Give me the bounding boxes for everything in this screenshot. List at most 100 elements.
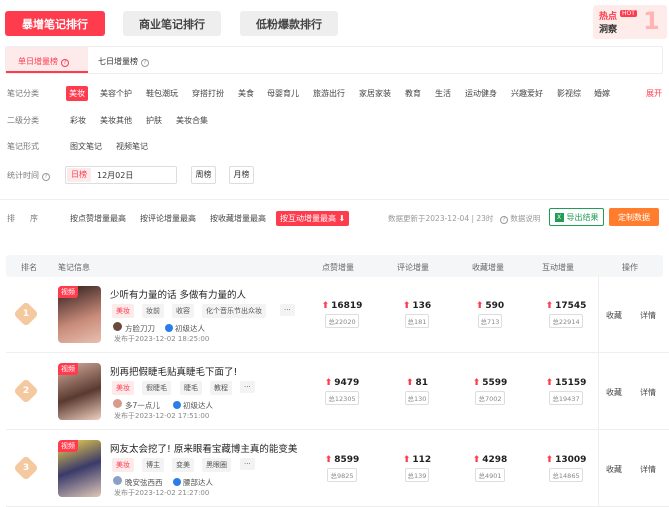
column-divider [598, 430, 599, 506]
rank-medal: 2 [13, 378, 39, 404]
divider [0, 199, 669, 200]
collect-button[interactable]: 收藏 [606, 464, 622, 475]
category-item[interactable]: 影视综 [554, 86, 584, 101]
tab-commercial-ranking[interactable]: 商业笔记排行 [123, 11, 221, 36]
stat-cell: ⬆ 15159 总19437 [545, 378, 587, 405]
up-arrow-icon: ⬆ [402, 301, 411, 311]
custom-data-button[interactable]: 定制数据 [609, 208, 659, 226]
header-likes[interactable]: 点赞增量 [322, 262, 354, 273]
data-desc-link[interactable]: ? 数据说明 [497, 213, 540, 224]
author-name[interactable]: 多7一点儿 [125, 400, 160, 411]
subtab-daily[interactable]: 单日增量榜? [18, 56, 69, 67]
note-tag[interactable]: 妆前 [142, 304, 164, 318]
subcategory-item[interactable]: 彩妆 [67, 113, 89, 128]
note-thumbnail[interactable]: 视频 [58, 440, 101, 497]
category-item[interactable]: 鞋包潮玩 [143, 86, 181, 101]
header-comments[interactable]: 评论增量 [397, 262, 429, 273]
note-tag[interactable]: ··· [240, 458, 255, 470]
header-interaction[interactable]: 互动增量 [542, 262, 574, 273]
subcategory-item[interactable]: 美妆合集 [173, 113, 211, 128]
category-item[interactable]: 穿搭打扮 [189, 86, 227, 101]
help-icon: ? [500, 216, 508, 224]
note-tag[interactable]: 黑眼圈 [202, 458, 231, 472]
category-item[interactable]: 婚嫁 [591, 86, 613, 101]
column-divider [598, 353, 599, 429]
note-tag[interactable]: 收容 [172, 304, 194, 318]
detail-button[interactable]: 详情 [640, 310, 656, 321]
up-arrow-icon: ⬆ [324, 455, 333, 465]
stat-cell: ⬆ 5599 总7002 [472, 378, 508, 405]
note-tag[interactable]: 教程 [210, 381, 232, 395]
up-arrow-icon: ⬆ [475, 301, 484, 311]
category-item[interactable]: 旅游出行 [310, 86, 348, 101]
note-title[interactable]: 网友太会挖了! 原来眼看宝藏博主真的能变美 [110, 441, 297, 455]
export-button[interactable]: X 导出结果 [549, 208, 604, 226]
note-tag[interactable]: 美妆 [112, 458, 134, 472]
subcategory-item[interactable]: 护肤 [143, 113, 165, 128]
author-name[interactable]: 晚安弦西西 [125, 477, 163, 488]
month-toggle[interactable]: 月榜 [229, 166, 254, 184]
form-item[interactable]: 视频笔记 [113, 139, 151, 154]
expand-link[interactable]: 展开 [646, 88, 662, 99]
category-item[interactable]: 教育 [402, 86, 424, 101]
fire-icon: 1 [643, 7, 660, 35]
category-beauty[interactable]: 美妆 [66, 86, 88, 101]
date-value[interactable]: 12月02日 [97, 170, 133, 181]
note-tag[interactable]: 假睫毛 [142, 381, 171, 395]
category-item[interactable]: 美食 [235, 86, 257, 101]
form-item[interactable]: 图文笔记 [67, 139, 105, 154]
note-tag[interactable]: 化个音乐节出众妆 [202, 304, 266, 318]
note-title[interactable]: 别再把假睫毛贴真睫毛下面了! [110, 364, 237, 378]
note-tag[interactable]: 美妆 [112, 381, 134, 395]
category-item[interactable]: 母婴育儿 [264, 86, 302, 101]
tab-surge-ranking[interactable]: 暴增笔记排行 [5, 11, 105, 36]
sort-comments[interactable]: 按评论增量最高 [136, 211, 200, 226]
category-label: 笔记分类 [7, 89, 39, 98]
note-thumbnail[interactable]: 视频 [58, 286, 101, 343]
level-icon [173, 478, 181, 486]
avatar[interactable] [113, 322, 122, 331]
detail-button[interactable]: 详情 [640, 387, 656, 398]
time-label: 统计时间? [7, 170, 50, 181]
category-item[interactable]: 兴趣爱好 [508, 86, 546, 101]
avatar[interactable] [113, 399, 122, 408]
tab-lowfan-ranking[interactable]: 低粉爆款排行 [240, 11, 338, 36]
stat-cell: ⬆ 17545 总22914 [545, 301, 587, 328]
day-toggle[interactable]: 日榜 [67, 168, 91, 182]
category-item[interactable]: 美容个护 [97, 86, 135, 101]
video-tag: 视频 [58, 440, 78, 452]
stat-cell: ⬆ 13009 总14865 [545, 455, 587, 482]
subcategory-item[interactable]: 美妆其他 [97, 113, 135, 128]
note-tag[interactable]: 睫毛 [180, 381, 202, 395]
detail-button[interactable]: 详情 [640, 464, 656, 475]
column-divider [598, 276, 599, 352]
sort-saves[interactable]: 按收藏增量最高 [206, 211, 270, 226]
hot-insight-banner[interactable]: 热点 HOT 洞察 1 [593, 5, 667, 39]
category-item[interactable]: 运动健身 [462, 86, 500, 101]
category-item[interactable]: 家居家装 [356, 86, 394, 101]
header-note-info: 笔记信息 [58, 263, 90, 272]
date-picker[interactable]: 日榜 12月02日 [65, 166, 177, 184]
sort-likes[interactable]: 按点赞增量最高 [66, 211, 130, 226]
category-item[interactable]: 生活 [432, 86, 454, 101]
author-level: 初级达人 [173, 400, 213, 411]
author-name[interactable]: 方脸刀刀 [125, 323, 155, 334]
note-tag[interactable]: ··· [240, 381, 255, 393]
week-toggle[interactable]: 周榜 [191, 166, 216, 184]
collect-button[interactable]: 收藏 [606, 310, 622, 321]
note-tag[interactable]: ··· [280, 304, 295, 316]
stat-cell: ⬆ 8599 总9825 [324, 455, 360, 482]
avatar[interactable] [113, 476, 122, 485]
note-thumbnail[interactable]: 视频 [58, 363, 101, 420]
up-arrow-icon: ⬆ [472, 378, 481, 388]
note-tag[interactable]: 博主 [142, 458, 164, 472]
note-title[interactable]: 少听有力量的话 多做有力量的人 [110, 287, 246, 301]
stat-cell: ⬆ 112 总139 [402, 455, 432, 482]
header-saves[interactable]: 收藏增量 [472, 262, 504, 273]
note-tag[interactable]: 美妆 [112, 304, 134, 318]
stat-cell: ⬆ 9479 总12305 [324, 378, 360, 405]
subtab-weekly[interactable]: 七日增量榜? [98, 56, 149, 67]
note-tag[interactable]: 变美 [172, 458, 194, 472]
sort-interaction[interactable]: 按互动增量最高 ⬇ [276, 211, 350, 226]
collect-button[interactable]: 收藏 [606, 387, 622, 398]
